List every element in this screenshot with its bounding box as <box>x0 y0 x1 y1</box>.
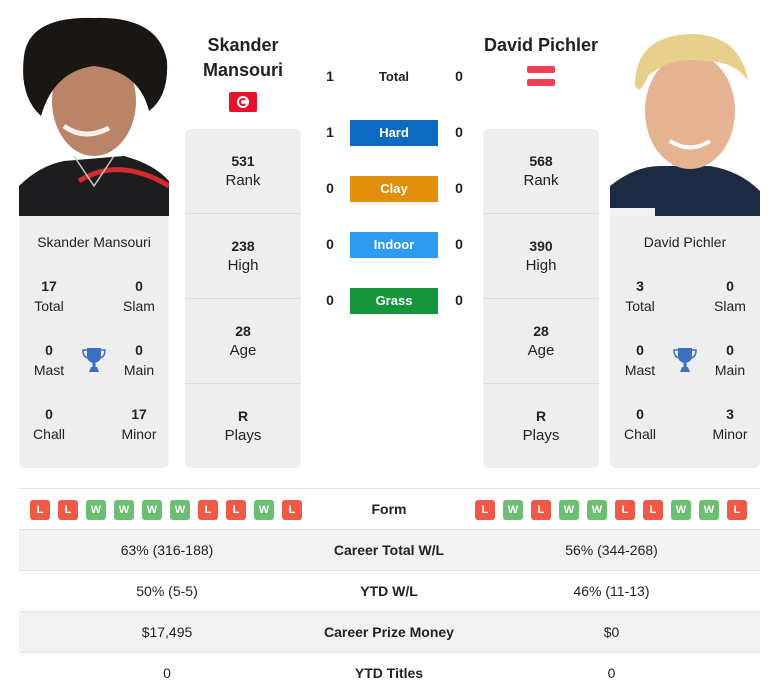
trophy-icon <box>673 348 697 372</box>
titles-chall-right: 0 Chall <box>624 406 656 442</box>
player-card-left: Skander Mansouri 17 Total 0 Slam 0 Mast … <box>19 216 169 468</box>
form-win-badge[interactable]: W <box>142 500 162 520</box>
surface-indoor-badge[interactable]: Indoor <box>350 232 438 258</box>
high-left: 238 High <box>185 214 301 299</box>
h2h-total-label: Total <box>378 69 410 84</box>
rank-left: 531 Rank <box>185 129 301 214</box>
titles-total-left: 17 Total <box>34 278 64 314</box>
player-photo-david-pichler <box>610 16 760 216</box>
player-heading-right[interactable]: David Pichler <box>472 33 610 58</box>
ranking-panel-right: 568 Rank 390 High 28 Age R Plays <box>483 129 599 468</box>
comparison-table: LLWWWWLLWL Form LWLWWLLWWL 63% (316-188)… <box>19 488 760 694</box>
form-loss-badge[interactable]: L <box>475 500 495 520</box>
form-loss-badge[interactable]: L <box>727 500 747 520</box>
titles-chall-left: 0 Chall <box>33 406 65 442</box>
table-row: 63% (316-188) Career Total W/L 56% (344-… <box>19 530 760 571</box>
player-card-right: David Pichler 3 Total 0 Slam 0 Mast 0 Ma… <box>610 216 760 468</box>
h2h-indoor-row: 0 Indoor 0 <box>315 232 475 258</box>
player-photo-right <box>610 16 760 216</box>
table-row: $17,495 Career Prize Money $0 <box>19 612 760 653</box>
form-win-badge[interactable]: W <box>587 500 607 520</box>
form-win-badge[interactable]: W <box>254 500 274 520</box>
form-win-badge[interactable]: W <box>671 500 691 520</box>
table-row: 50% (5-5) YTD W/L 46% (11-13) <box>19 571 760 612</box>
tunisia-flag-icon <box>229 92 257 112</box>
h2h-total-row: 1 Total 0 <box>315 64 475 90</box>
form-row: LLWWWWLLWL Form LWLWWLLWWL <box>19 489 760 530</box>
age-left: 28 Age <box>185 299 301 384</box>
form-loss-badge[interactable]: L <box>615 500 635 520</box>
age-right: 28 Age <box>483 299 599 384</box>
player-photo-skander-mansouri <box>19 16 169 216</box>
player-heading-left[interactable]: Skander Mansouri <box>185 33 301 83</box>
form-label: Form <box>371 501 407 517</box>
titles-minor-right: 3 Minor <box>712 406 748 442</box>
player-name-left: Skander Mansouri <box>37 234 151 250</box>
form-win-badge[interactable]: W <box>503 500 523 520</box>
form-loss-badge[interactable]: L <box>643 500 663 520</box>
titles-main-left: 0 Main <box>123 342 155 378</box>
table-row: 0 YTD Titles 0 <box>163 665 616 681</box>
rank-right: 568 Rank <box>483 129 599 214</box>
form-win-badge[interactable]: W <box>699 500 719 520</box>
player-photo-left <box>19 16 169 216</box>
form-win-badge[interactable]: W <box>559 500 579 520</box>
ranking-panel-left: 531 Rank 238 High 28 Age R Plays <box>185 129 301 468</box>
high-right: 390 High <box>483 214 599 299</box>
form-win-badge[interactable]: W <box>86 500 106 520</box>
surface-grass-badge[interactable]: Grass <box>350 288 438 314</box>
titles-main-right: 0 Main <box>714 342 746 378</box>
titles-slam-left: 0 Slam <box>123 278 155 314</box>
form-win-badge[interactable]: W <box>114 500 134 520</box>
trophy-icon <box>82 348 106 372</box>
plays-left: R Plays <box>224 408 262 444</box>
form-win-badge[interactable]: W <box>170 500 190 520</box>
plays-right: R Plays <box>522 408 560 444</box>
h2h-grass-row: 0 Grass 0 <box>315 288 475 314</box>
form-loss-badge[interactable]: L <box>531 500 551 520</box>
form-loss-badge[interactable]: L <box>58 500 78 520</box>
titles-mast-right: 0 Mast <box>624 342 656 378</box>
surface-hard-badge[interactable]: Hard <box>350 120 438 146</box>
form-loss-badge[interactable]: L <box>198 500 218 520</box>
titles-minor-left: 17 Minor <box>121 406 157 442</box>
form-left: LLWWWWLLWL <box>30 500 302 520</box>
titles-mast-left: 0 Mast <box>33 342 65 378</box>
titles-total-right: 3 Total <box>625 278 655 314</box>
austria-flag-icon <box>527 66 555 86</box>
form-right: LWLWWLLWWL <box>475 500 747 520</box>
player-name-right: David Pichler <box>643 234 727 250</box>
h2h-clay-row: 0 Clay 0 <box>315 176 475 202</box>
surface-clay-badge[interactable]: Clay <box>350 176 438 202</box>
form-loss-badge[interactable]: L <box>226 500 246 520</box>
h2h-hard-row: 1 Hard 0 <box>315 120 475 146</box>
form-loss-badge[interactable]: L <box>282 500 302 520</box>
titles-slam-right: 0 Slam <box>714 278 746 314</box>
form-loss-badge[interactable]: L <box>30 500 50 520</box>
